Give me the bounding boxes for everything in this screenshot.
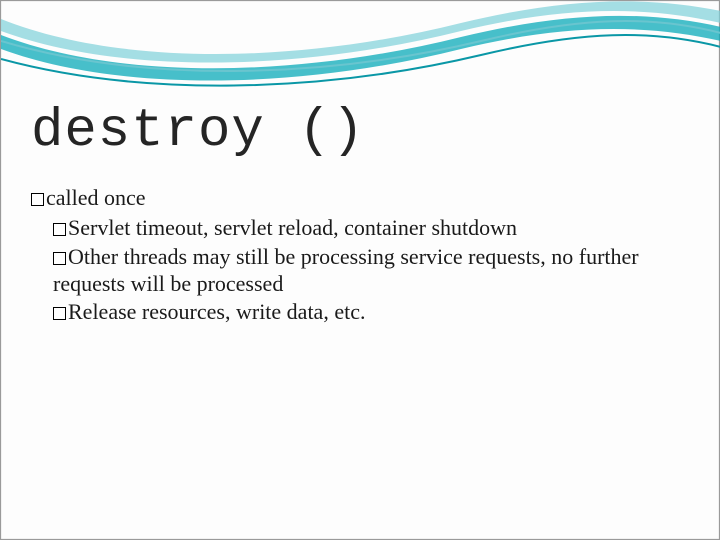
bullet-level2: Servlet timeout, servlet reload, contain… — [53, 215, 671, 242]
bullet-text: Servlet timeout, servlet reload, contain… — [68, 215, 517, 240]
bullet-level2: Other threads may still be processing se… — [53, 244, 671, 298]
bullet-level1: called once — [31, 185, 671, 211]
square-bullet-icon — [53, 252, 66, 265]
square-bullet-icon — [53, 307, 66, 320]
square-bullet-icon — [53, 223, 66, 236]
bullet-text: Other threads may still be processing se… — [53, 244, 639, 296]
header-wave — [1, 1, 720, 111]
slide-title: destroy () — [31, 101, 365, 162]
bullet-text: called once — [46, 185, 146, 210]
bullet-level2: Release resources, write data, etc. — [53, 299, 671, 326]
bullet-text: Release resources, write data, etc. — [68, 299, 365, 324]
square-bullet-icon — [31, 193, 44, 206]
slide-body: called once Servlet timeout, servlet rel… — [31, 185, 671, 328]
